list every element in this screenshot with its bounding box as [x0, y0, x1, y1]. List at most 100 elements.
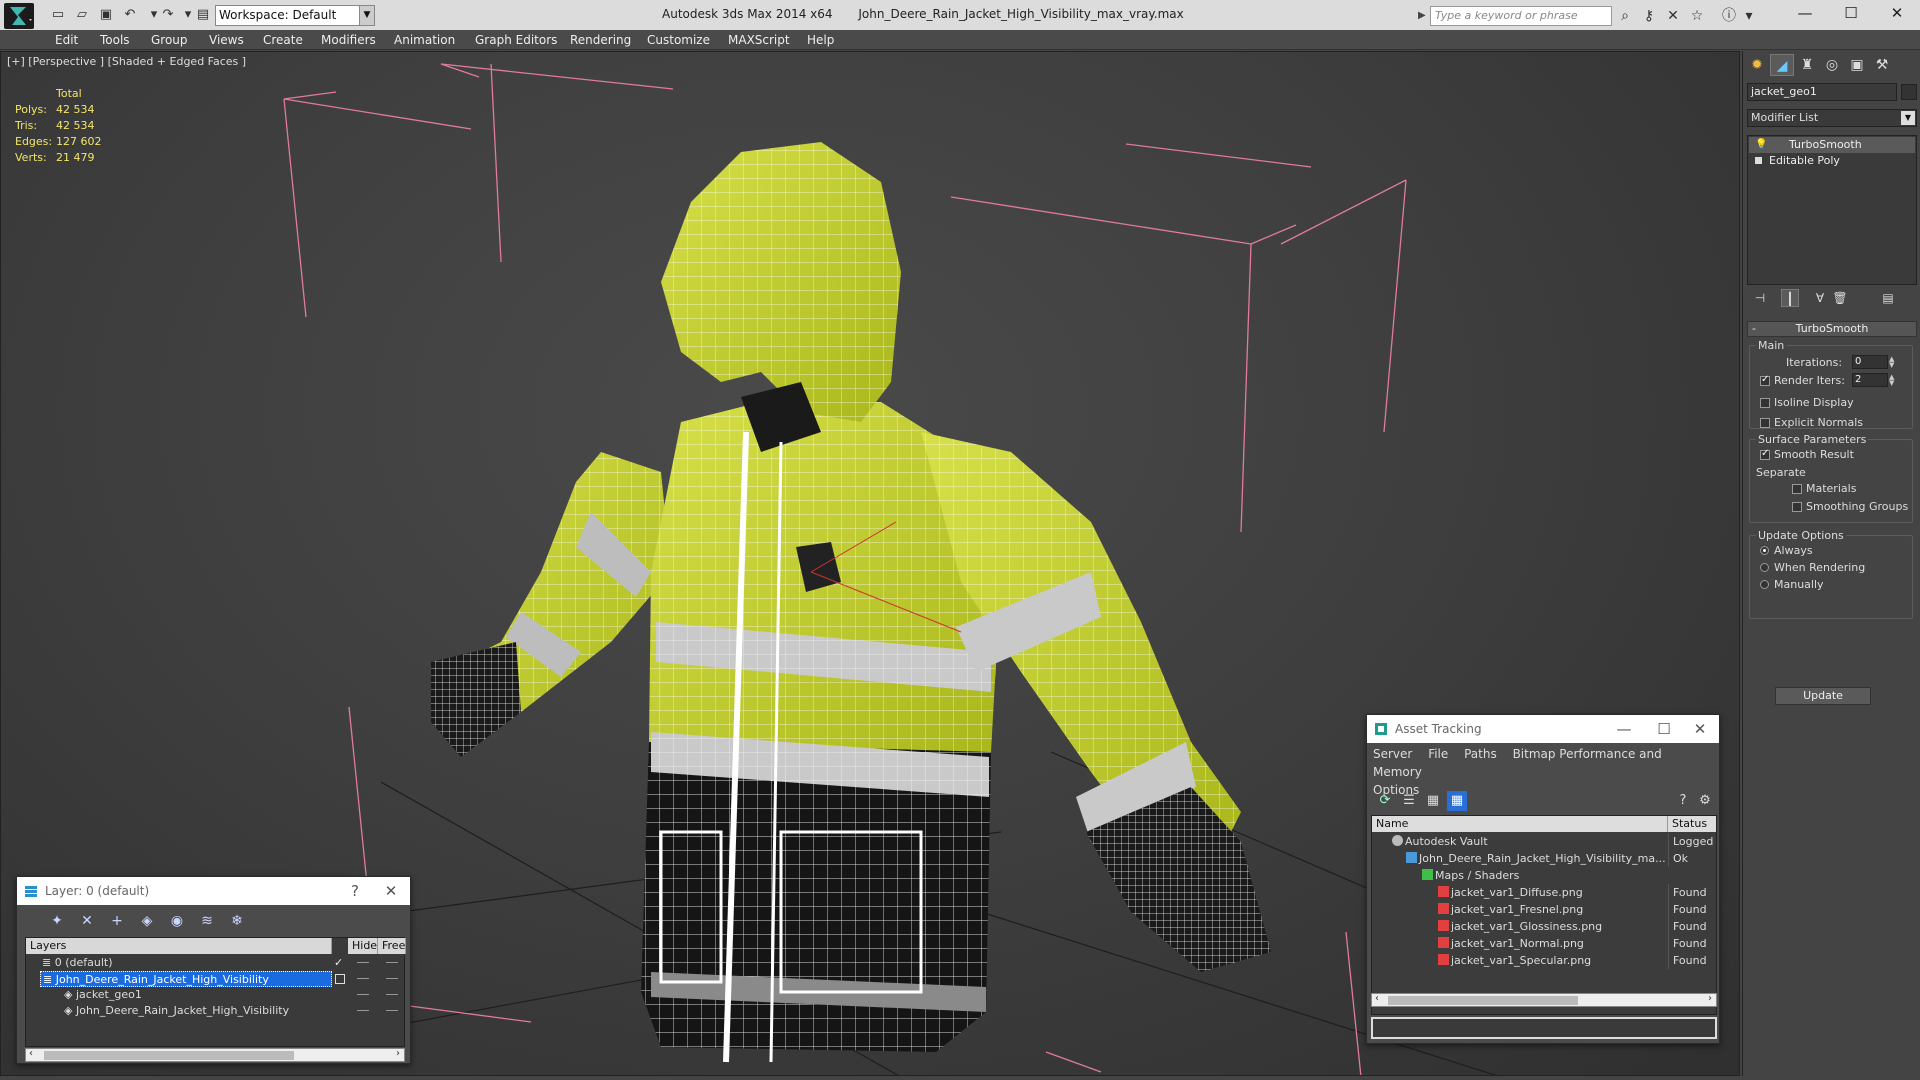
menu-animation[interactable]: Animation — [394, 30, 455, 50]
menu-rendering[interactable]: Rendering — [570, 30, 631, 50]
close-button[interactable]: ✕ — [1874, 0, 1920, 28]
scroll-right-icon[interactable]: › — [1708, 993, 1712, 1004]
layer-row[interactable]: ◈ John_Deere_Rain_Jacket_High_Visibility — [26, 1003, 406, 1019]
menu-graph-editors[interactable]: Graph Editors — [475, 30, 557, 50]
update-button[interactable]: Update — [1775, 687, 1871, 705]
maximize-button[interactable]: ☐ — [1828, 0, 1874, 28]
workspace-select[interactable]: Workspace: Default ▼ — [215, 5, 375, 26]
add-to-layer-icon[interactable]: + — [107, 911, 127, 931]
redo-icon[interactable]: ↷ — [160, 7, 176, 23]
asset-menu-server[interactable]: Server — [1373, 747, 1412, 761]
asset-row[interactable]: Autodesk Vault Logged — [1372, 833, 1716, 850]
smoothing-groups-checkbox[interactable] — [1792, 502, 1802, 512]
refresh-icon[interactable]: ⟳ — [1375, 791, 1395, 811]
lightbulb-icon[interactable]: 💡 — [1755, 137, 1767, 153]
explicit-normals-checkbox[interactable] — [1760, 418, 1770, 428]
col-layers[interactable]: Layers — [26, 938, 332, 954]
asset-row[interactable]: jacket_var1_Diffuse.png Found — [1372, 884, 1716, 901]
menu-create[interactable]: Create — [263, 30, 303, 50]
asset-row[interactable]: jacket_var1_Glossiness.png Found — [1372, 918, 1716, 935]
asset-menu-file[interactable]: File — [1428, 747, 1448, 761]
open-file-icon[interactable]: ▱ — [74, 7, 90, 23]
search-expand-icon[interactable]: ▶ — [1418, 6, 1430, 26]
asset-close-button[interactable]: ✕ — [1685, 715, 1715, 743]
layer-row[interactable]: ≣ John_Deere_Rain_Jacket_High_Visibility — [26, 971, 406, 987]
help-icon[interactable]: ⓘ — [1720, 7, 1738, 25]
scroll-thumb[interactable] — [1388, 996, 1578, 1005]
update-always-radio[interactable] — [1760, 546, 1769, 555]
hide-all-layers-icon[interactable]: ≋ — [197, 911, 217, 931]
layer-list[interactable]: Layers Hide Free ≣ 0 (default) ✓ ≣ John_… — [25, 937, 406, 1047]
list-view-icon[interactable]: ☰ — [1399, 791, 1419, 811]
layer-dialog-titlebar[interactable]: Layer: 0 (default) ? ✕ — [17, 877, 410, 905]
chevron-down-icon[interactable]: ▼ — [1901, 111, 1915, 125]
display-tab-icon[interactable]: ▣ — [1845, 54, 1869, 76]
col-freeze[interactable]: Free — [378, 938, 406, 954]
save-file-icon[interactable]: ▣ — [98, 7, 114, 23]
scroll-left-icon[interactable]: ‹ — [1375, 993, 1379, 1004]
asset-path-field[interactable] — [1371, 1017, 1717, 1039]
layer-horizontal-scrollbar[interactable]: ‹ › — [25, 1048, 405, 1062]
asset-maximize-button[interactable]: ☐ — [1649, 715, 1679, 743]
object-name-input[interactable]: jacket_geo1 — [1747, 83, 1897, 101]
modify-tab-icon[interactable]: ◢ — [1770, 54, 1794, 76]
asset-dialog-titlebar[interactable]: Asset Tracking — ☐ ✕ — [1367, 715, 1719, 743]
delete-layer-icon[interactable]: ✕ — [77, 911, 97, 931]
spinner-arrows-icon[interactable]: ▲ ▼ — [1889, 374, 1899, 387]
show-end-result-icon[interactable]: ┃ — [1781, 289, 1799, 307]
scroll-right-icon[interactable]: › — [396, 1048, 400, 1059]
layer-close-button[interactable]: ✕ — [376, 877, 406, 905]
rollout-header[interactable]: - TurboSmooth — [1747, 321, 1917, 337]
make-unique-icon[interactable]: ∀ — [1811, 289, 1829, 307]
layer-row[interactable]: ◈ jacket_geo1 — [26, 987, 406, 1003]
layer-manager-dialog[interactable]: Layer: 0 (default) ? ✕ ✦ ✕ + ◈ ◉ ≋ ❄ Lay… — [16, 876, 411, 1064]
menu-customize[interactable]: Customize — [647, 30, 710, 50]
app-logo-icon[interactable] — [4, 3, 34, 29]
configure-sets-icon[interactable]: ▤ — [1879, 289, 1897, 307]
menu-group[interactable]: Group — [151, 30, 188, 50]
active-layer-check-icon[interactable]: ✓ — [334, 955, 343, 971]
help-icon[interactable]: ? — [1673, 791, 1693, 811]
asset-row[interactable]: jacket_var1_Specular.png Found — [1372, 952, 1716, 969]
utilities-tab-icon[interactable]: ⚒ — [1870, 54, 1894, 76]
col-name[interactable]: Name — [1372, 816, 1668, 832]
undo-icon[interactable]: ↶ — [122, 7, 138, 23]
asset-row[interactable]: jacket_var1_Fresnel.png Found — [1372, 901, 1716, 918]
freeze-all-layers-icon[interactable]: ❄ — [227, 911, 247, 931]
help-dropdown-icon[interactable]: ▾ — [1740, 7, 1758, 25]
project-folder-icon[interactable]: ▤ — [195, 7, 211, 23]
key-icon[interactable]: ⚷ — [1640, 7, 1658, 25]
binoculars-icon[interactable]: ⌕ — [1616, 7, 1634, 25]
smooth-result-checkbox[interactable] — [1760, 448, 1770, 460]
hierarchy-tab-icon[interactable]: ♜ — [1795, 54, 1819, 76]
settings-icon[interactable]: ⚙ — [1695, 791, 1715, 811]
search-input[interactable]: Type a keyword or phrase — [1430, 6, 1612, 26]
update-manually-radio[interactable] — [1760, 580, 1769, 589]
asset-menu-paths[interactable]: Paths — [1464, 747, 1497, 761]
scroll-thumb[interactable] — [44, 1051, 294, 1060]
stack-item-editable-poly[interactable]: Editable Poly — [1749, 153, 1915, 169]
modifier-list-select[interactable]: Modifier List ▼ — [1747, 109, 1917, 127]
new-layer-icon[interactable]: ✦ — [47, 911, 67, 931]
asset-list[interactable]: Name Status Autodesk Vault Logged John_D… — [1371, 815, 1717, 1015]
asset-tracking-dialog[interactable]: Asset Tracking — ☐ ✕ Server File Paths B… — [1366, 714, 1720, 1044]
layer-help-button[interactable]: ? — [340, 877, 370, 905]
scroll-left-icon[interactable]: ‹ — [29, 1048, 33, 1059]
viewport-label[interactable]: [+] [Perspective ] [Shaded + Edged Faces… — [7, 55, 246, 68]
menu-help[interactable]: Help — [807, 30, 834, 50]
update-when-rendering-radio[interactable] — [1760, 563, 1769, 572]
asset-row[interactable]: John_Deere_Rain_Jacket_High_Visibility_m… — [1372, 850, 1716, 867]
asset-row[interactable]: Maps / Shaders — [1372, 867, 1716, 884]
new-file-icon[interactable]: ▭ — [50, 7, 66, 23]
expand-box-icon[interactable] — [1755, 157, 1762, 164]
pin-stack-icon[interactable]: ⊣ — [1751, 289, 1769, 307]
stack-item-turbosmooth[interactable]: 💡 TurboSmooth — [1749, 137, 1915, 153]
spinner-arrows-icon[interactable]: ▲ ▼ — [1889, 356, 1899, 369]
highlight-layer-icon[interactable]: ◉ — [167, 911, 187, 931]
current-layer-box-icon[interactable] — [335, 974, 345, 984]
menu-tools[interactable]: Tools — [100, 30, 130, 50]
select-in-layer-icon[interactable]: ◈ — [137, 911, 157, 931]
chevron-down-icon[interactable]: ▼ — [359, 5, 375, 26]
asset-horizontal-scrollbar[interactable]: ‹ › — [1371, 993, 1717, 1007]
asset-menu-bitmap[interactable]: Bitmap Performance and Memory — [1373, 747, 1662, 779]
